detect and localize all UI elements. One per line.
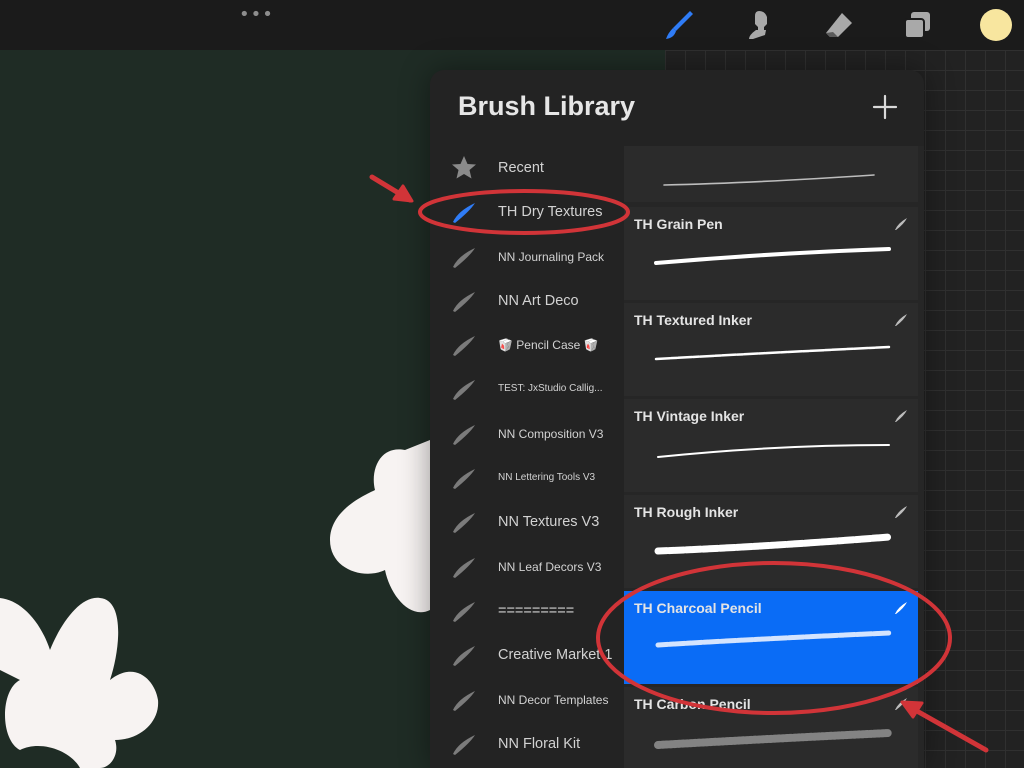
color-picker-swatch[interactable] — [980, 9, 1012, 41]
star-icon — [452, 156, 476, 179]
brush-set-label: 🥡 Pencil Case 🥡 — [498, 338, 599, 353]
brush-set-pencil-case[interactable]: 🥡 Pencil Case 🥡 — [430, 323, 624, 367]
brush-set-creative-market-1[interactable]: Creative Market 1 — [430, 633, 624, 677]
brush-set-list: Recent TH Dry Textures NN Journaling Pac… — [430, 146, 624, 766]
brush-name: TH Textured Inker — [634, 312, 752, 328]
brush-type-icon — [895, 698, 907, 710]
plus-icon — [872, 94, 898, 120]
paintbrush-icon — [666, 11, 693, 39]
brush-set-icon — [453, 291, 475, 312]
brush-set-nn-floral-kit[interactable]: NN Floral Kit — [430, 722, 624, 766]
brush-set-nn-composition-v3[interactable]: NN Composition V3 — [430, 412, 624, 456]
brush-set-icon — [453, 203, 475, 224]
brush-set-nn-textures-v3[interactable]: NN Textures V3 — [430, 500, 624, 544]
brush-set-label: TH Dry Textures — [498, 204, 603, 221]
eraser-tool-button[interactable] — [822, 8, 856, 42]
brush-stroke-preview — [657, 444, 890, 458]
brush-set-label: Recent — [498, 160, 544, 176]
brush-set-label: NN Decor Templates — [498, 692, 609, 707]
brush-name: TH Vintage Inker — [634, 408, 745, 424]
brush-item-th-grain-pen[interactable]: TH Grain Pen — [624, 207, 918, 300]
brush-type-icon — [895, 506, 907, 518]
eraser-icon — [826, 13, 852, 37]
brush-tool-button[interactable] — [662, 8, 696, 42]
brush-name: TH Grain Pen — [634, 216, 723, 232]
brush-type-icon — [895, 602, 907, 614]
brush-set-icon — [453, 336, 475, 357]
layers-tool-button[interactable] — [900, 8, 934, 42]
flower-shape-small — [330, 440, 430, 613]
brush-set-label: NN Journaling Pack — [498, 249, 605, 264]
brush-set-icon — [453, 513, 475, 534]
brush-item-th-rough-inker[interactable]: TH Rough Inker — [624, 495, 918, 588]
brush-set-icon — [453, 601, 475, 622]
top-toolbar: ••• — [0, 0, 1024, 50]
brush-library-panel: Brush Library Recent TH Dry Textures NN … — [430, 70, 924, 768]
brush-type-icon — [895, 314, 907, 326]
brush-set-label: NN Leaf Decors V3 — [498, 559, 602, 574]
brush-set-label: Creative Market 1 — [498, 647, 613, 664]
brush-stroke-preview — [655, 630, 892, 648]
brush-set-label: ========= — [498, 602, 575, 619]
more-options-button[interactable]: ••• — [239, 6, 274, 24]
brush-set-recent[interactable]: Recent — [430, 146, 624, 190]
brush-set-nn-lettering-tools-v3[interactable]: NN Lettering Tools V3 — [430, 456, 624, 500]
brush-set-nn-art-deco[interactable]: NN Art Deco — [430, 279, 624, 323]
brush-stroke-preview — [654, 729, 893, 749]
layers-icon — [904, 12, 930, 39]
brush-type-icon — [895, 218, 907, 230]
brush-set-label: NN Lettering Tools V3 — [498, 472, 596, 484]
brush-item-th-textured-inker[interactable]: TH Textured Inker — [624, 303, 918, 396]
brush-set-icon — [453, 557, 475, 578]
brush-name: TH Rough Inker — [634, 504, 739, 520]
brush-stroke-preview — [654, 345, 891, 361]
brush-set-nn-journaling-pack[interactable]: NN Journaling Pack — [430, 235, 624, 279]
brush-set-icon — [453, 424, 475, 445]
brush-set-label: NN Textures V3 — [498, 514, 600, 531]
brush-library-title: Brush Library — [458, 91, 636, 121]
brush-item-th-carbon-pencil[interactable]: TH Carbon Pencil — [624, 687, 918, 768]
brush-set-separator[interactable]: ========= — [430, 589, 624, 633]
brush-list: TH Grain Pen TH Textured Inker TH Vintag… — [624, 146, 924, 768]
brush-set-test-jxstudio[interactable]: TEST: JxStudio Callig... — [430, 367, 624, 411]
brush-set-nn-leaf-decors-v3[interactable]: NN Leaf Decors V3 — [430, 545, 624, 589]
add-brush-set-button[interactable] — [870, 92, 900, 122]
smudge-tool-button[interactable] — [741, 8, 775, 42]
brush-item-th-charcoal-pencil[interactable]: TH Charcoal Pencil — [624, 591, 918, 684]
brush-set-nn-decor-templates[interactable]: NN Decor Templates — [430, 678, 624, 722]
brush-name: TH Charcoal Pencil — [634, 600, 762, 616]
brush-item-th-vintage-inker[interactable]: TH Vintage Inker — [624, 399, 918, 492]
smudge-finger-icon — [749, 11, 767, 39]
brush-set-label: NN Art Deco — [498, 292, 579, 309]
brush-set-label: NN Composition V3 — [498, 426, 604, 441]
brush-set-icon — [453, 734, 475, 755]
brush-set-icon — [453, 469, 475, 490]
brush-set-icon — [453, 247, 475, 268]
brush-set-icon — [453, 690, 475, 711]
brush-set-th-dry-textures[interactable]: TH Dry Textures — [430, 190, 624, 234]
brush-stroke-preview — [663, 174, 875, 186]
brush-set-label: TEST: JxStudio Callig... — [498, 383, 603, 395]
brush-set-icon — [453, 646, 475, 667]
brush-type-icon — [895, 410, 907, 422]
brush-set-label: NN Floral Kit — [498, 735, 581, 752]
brush-stroke-preview — [654, 533, 893, 555]
brush-item-partial[interactable] — [624, 146, 918, 202]
flower-shape-large — [0, 597, 159, 768]
brush-stroke-preview — [654, 247, 891, 265]
brush-set-icon — [453, 380, 475, 401]
brush-name: TH Carbon Pencil — [634, 696, 751, 712]
